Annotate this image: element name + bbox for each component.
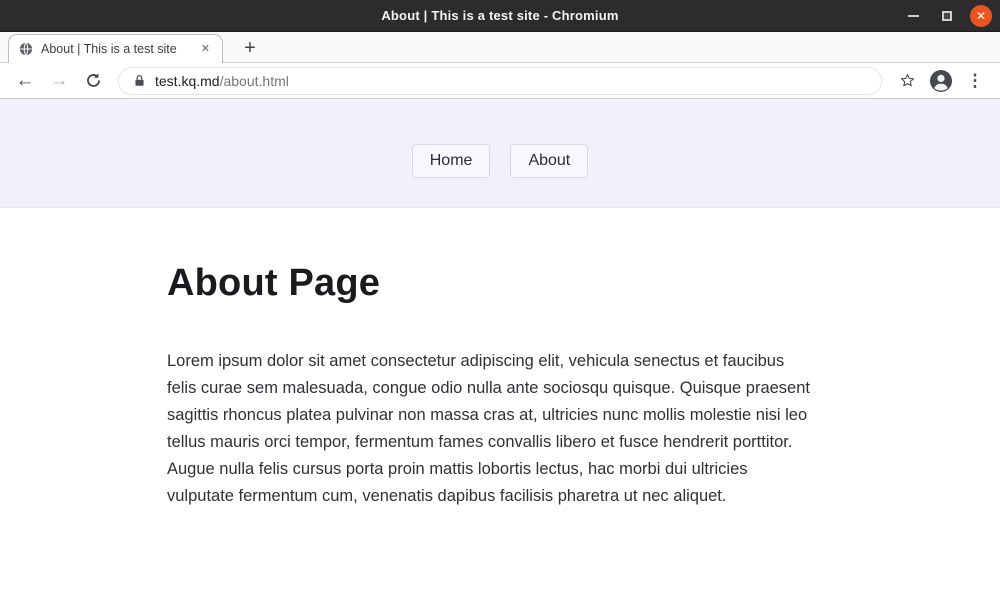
tab-title: About | This is a test site: [41, 42, 191, 56]
page-content: About Page Lorem ipsum dolor sit amet co…: [167, 208, 833, 509]
minimize-button[interactable]: [902, 5, 924, 27]
back-button[interactable]: ←: [10, 66, 40, 96]
site-header: Home About: [0, 99, 1000, 208]
minimize-icon: [908, 15, 919, 17]
paragraph-line: sagittis rhoncus platea pulvinar non mas…: [167, 402, 833, 429]
tab-about[interactable]: About | This is a test site ✕: [8, 34, 223, 63]
page-title: About Page: [167, 260, 833, 306]
url-domain: test.kq.md: [155, 73, 220, 89]
window-titlebar: About | This is a test site - Chromium ✕: [0, 0, 1000, 32]
new-tab-button[interactable]: +: [236, 34, 264, 62]
lock-icon: [133, 74, 146, 87]
globe-favicon-icon: [19, 42, 33, 56]
browser-toolbar: ← → test.kq.md/about.html ⋮: [0, 63, 1000, 99]
paragraph-line: Augue nulla felis cursus porta proin mat…: [167, 456, 833, 483]
toolbar-right-icons: ⋮: [892, 66, 990, 96]
address-bar[interactable]: test.kq.md/about.html: [118, 67, 882, 95]
nav-about-button[interactable]: About: [510, 144, 588, 178]
avatar-person-icon: [929, 69, 953, 93]
paragraph-line: Lorem ipsum dolor sit amet consectetur a…: [167, 348, 833, 375]
maximize-button[interactable]: [936, 5, 958, 27]
close-icon: ✕: [976, 10, 986, 22]
maximize-icon: [942, 11, 952, 21]
nav-home-button[interactable]: Home: [412, 144, 491, 178]
tab-close-button[interactable]: ✕: [199, 42, 212, 57]
paragraph-line: vulputate fermentum cum, venenatis dapib…: [167, 483, 833, 510]
tab-strip: About | This is a test site ✕ +: [0, 32, 1000, 63]
paragraph-line: felis curae sem malesuada, congue odio n…: [167, 375, 833, 402]
reload-button[interactable]: [78, 66, 108, 96]
body-paragraph: Lorem ipsum dolor sit amet consectetur a…: [167, 348, 833, 509]
bookmark-button[interactable]: [892, 66, 922, 96]
url-text: test.kq.md/about.html: [155, 73, 289, 89]
paragraph-line: tellus mauris orci tempor, fermentum fam…: [167, 429, 833, 456]
forward-button[interactable]: →: [44, 66, 74, 96]
profile-button[interactable]: [926, 66, 956, 96]
site-nav: Home About: [412, 144, 589, 178]
window-title: About | This is a test site - Chromium: [0, 8, 1000, 23]
url-path: /about.html: [220, 73, 289, 89]
reload-icon: [85, 72, 102, 89]
browser-menu-button[interactable]: ⋮: [960, 66, 990, 96]
window-controls: ✕: [902, 0, 992, 32]
close-button[interactable]: ✕: [970, 5, 992, 27]
star-outline-icon: [899, 72, 916, 89]
